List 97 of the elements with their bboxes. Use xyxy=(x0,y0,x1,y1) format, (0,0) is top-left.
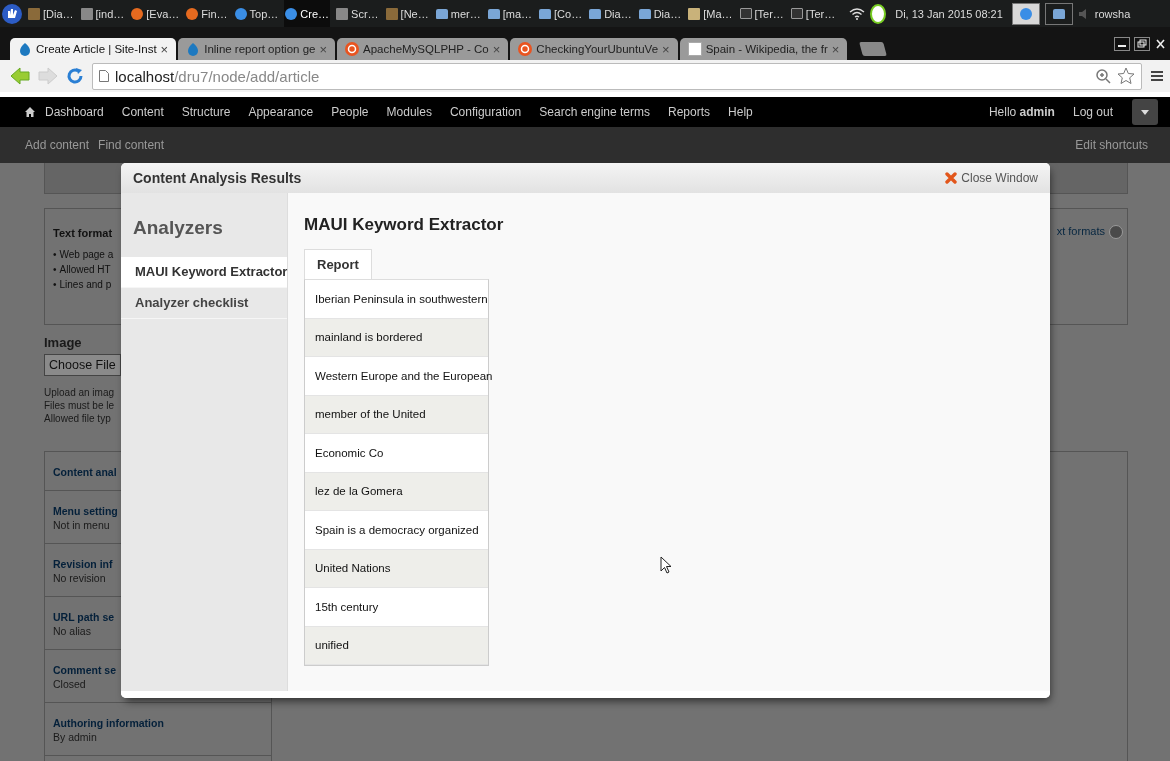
upload-help-text: Upload an imag xyxy=(44,386,115,399)
edit-shortcuts-link[interactable]: Edit shortcuts xyxy=(1075,138,1148,152)
chat-status-icon[interactable] xyxy=(870,3,887,24)
taskbar-item[interactable]: [Dia… xyxy=(27,0,75,27)
greeting: Hello admin xyxy=(987,105,1056,119)
home-icon[interactable] xyxy=(24,106,36,118)
taskbar-item[interactable]: Dia… xyxy=(588,0,633,27)
admin-menu-link[interactable]: Search engine terms xyxy=(530,105,659,119)
admin-menu-link[interactable]: Appearance xyxy=(239,105,323,119)
keyword-cell: Iberian Peninsula in southwestern xyxy=(305,280,488,319)
shortcut-link[interactable]: Add content xyxy=(25,138,90,152)
taskbar-item[interactable]: Dia… xyxy=(637,0,683,27)
upload-help-text: Files must be le xyxy=(44,399,115,412)
taskbar-item[interactable]: [Eva… xyxy=(130,0,181,27)
admin-menu-link[interactable]: Modules xyxy=(377,105,441,119)
minimize-icon[interactable] xyxy=(1114,36,1130,51)
taskbar-item[interactable]: [Ter… xyxy=(738,0,785,27)
settings-tab[interactable]: Authoring information By admin xyxy=(45,703,271,756)
analyzer-item[interactable]: MAUI Keyword Extractor xyxy=(121,257,287,288)
caret-icon xyxy=(1141,109,1149,115)
list-bullet: • xyxy=(53,278,57,292)
clock[interactable]: Di, 13 Jan 2015 08:21 xyxy=(895,7,1003,20)
admin-menu-link[interactable]: People xyxy=(322,105,378,119)
admin-menu-link[interactable]: Help xyxy=(719,105,762,119)
browser-tab[interactable]: CheckingYourUbuntuVe × xyxy=(510,38,678,60)
list-bullet: • xyxy=(53,263,57,277)
ring-logo-icon xyxy=(345,42,360,56)
taskbar-item[interactable]: mer… xyxy=(434,0,482,27)
taskbar-item[interactable]: [Ma… xyxy=(687,0,734,27)
taskbar-item[interactable]: [ind… xyxy=(79,0,126,27)
page-icon xyxy=(99,70,109,82)
admin-menu-link[interactable]: Dashboard xyxy=(36,105,113,119)
wifi-icon[interactable] xyxy=(849,7,866,20)
keyword-cell: lez de la Gomera xyxy=(305,472,488,511)
page-icon xyxy=(687,42,702,56)
keyword-cell: member of the United xyxy=(305,395,488,434)
browser-tab[interactable]: Create Article | Site-Inst × xyxy=(10,38,177,60)
help-icon[interactable] xyxy=(1109,225,1123,239)
taskbar-item[interactable]: Cre… xyxy=(284,0,331,27)
taskbar-item[interactable]: [Ter… xyxy=(789,0,837,27)
tab-close-button[interactable]: × xyxy=(160,41,169,57)
keyword-cell: unified xyxy=(305,626,488,665)
taskbar-item[interactable]: Scr… xyxy=(335,0,380,27)
shortcuts-toggle[interactable] xyxy=(1132,99,1158,125)
tab-close-button[interactable]: × xyxy=(492,41,501,57)
keyword-cell: Economic Co xyxy=(305,434,488,473)
browser-tab[interactable]: ApacheMySQLPHP - Co × xyxy=(337,38,509,60)
browser-launcher[interactable] xyxy=(1011,2,1040,25)
hand-logo-icon[interactable] xyxy=(2,3,22,24)
shortcut-link[interactable]: Find content xyxy=(98,138,165,152)
close-icon xyxy=(945,172,958,184)
format-tip: Allowed HT xyxy=(59,263,111,277)
user-name[interactable]: rowsha xyxy=(1094,7,1131,20)
dialog-title: Content Analysis Results xyxy=(133,170,302,186)
admin-menu-link[interactable]: Configuration xyxy=(440,105,531,119)
sidebar-heading: Analyzers xyxy=(132,216,224,240)
taskbar-item[interactable]: [Co… xyxy=(538,0,584,27)
folder-launcher[interactable] xyxy=(1044,2,1073,25)
format-tip: Lines and p xyxy=(59,278,112,292)
upload-help-text: Allowed file typ xyxy=(44,412,111,425)
list-bullet: • xyxy=(53,248,57,262)
admin-menu-link[interactable]: Content xyxy=(112,105,173,119)
drop-icon xyxy=(18,42,32,56)
taskbar-item[interactable]: [Ne… xyxy=(384,0,430,27)
keyword-cell: 15th century xyxy=(305,588,488,627)
tab-close-button[interactable]: × xyxy=(319,41,328,57)
analyzer-heading: MAUI Keyword Extractor xyxy=(304,215,504,235)
menu-icon[interactable] xyxy=(1150,69,1164,83)
mouse-pointer-icon xyxy=(660,556,672,574)
admin-menu-link[interactable]: Reports xyxy=(659,105,720,119)
address-bar[interactable]: localhost/dru7/node/add/article xyxy=(92,62,1142,90)
logout-link[interactable]: Log out xyxy=(1063,105,1122,119)
keyword-cell: Spain is a democracy organized xyxy=(305,511,488,550)
browser-tab[interactable]: Spain - Wikipedia, the fr × xyxy=(679,38,848,60)
admin-menu-link[interactable]: Structure xyxy=(172,105,240,119)
analyzer-item[interactable]: Analyzer checklist xyxy=(121,288,287,319)
zoom-icon[interactable] xyxy=(1095,68,1111,84)
taskbar-item[interactable]: [ma… xyxy=(486,0,533,27)
browser-tab[interactable]: Inline report option ge × xyxy=(178,38,336,60)
star-icon[interactable] xyxy=(1117,67,1135,85)
keyword-cell: mainland is bordered xyxy=(305,318,488,357)
format-tip: Web page a xyxy=(59,248,114,262)
tab-close-button[interactable]: × xyxy=(662,41,670,57)
drop-icon xyxy=(186,42,201,56)
taskbar-item[interactable]: Fin… xyxy=(185,0,229,27)
report-tab[interactable]: Report xyxy=(304,249,372,279)
restore-icon[interactable] xyxy=(1134,36,1150,51)
taskbar-item[interactable]: Top… xyxy=(233,0,280,27)
new-tab-button[interactable] xyxy=(859,42,888,56)
image-label: Image xyxy=(44,335,82,350)
text-format-label: Text format xyxy=(53,227,114,239)
reload-icon[interactable] xyxy=(66,67,84,85)
choose-file-button[interactable]: Choose File xyxy=(44,354,121,376)
close-window-button[interactable]: Close Window xyxy=(945,171,1038,185)
keyword-cell: United Nations xyxy=(305,549,488,588)
ring-logo-icon xyxy=(518,42,533,56)
tab-close-button[interactable]: × xyxy=(831,41,840,57)
